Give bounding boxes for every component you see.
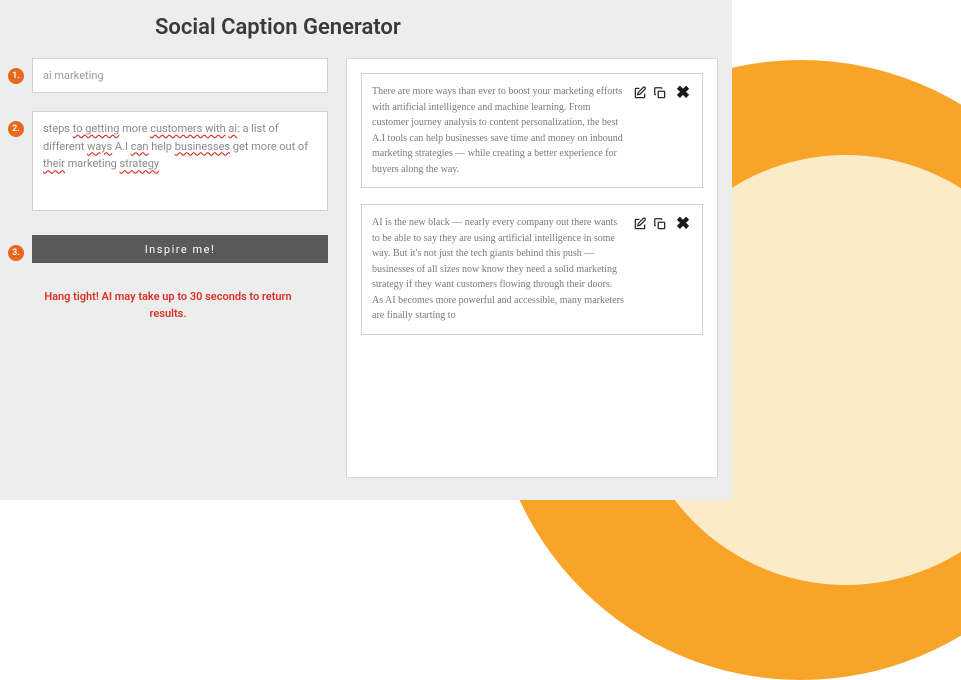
- status-message: Hang tight! AI may take up to 30 seconds…: [8, 281, 328, 322]
- result-actions: ✖: [632, 84, 692, 102]
- result-actions: ✖: [632, 215, 692, 233]
- result-text: AI is the new black — nearly every compa…: [372, 215, 632, 324]
- step-3-badge: 3.: [8, 245, 24, 261]
- step-3-row: 3. Inspire me!: [8, 235, 328, 263]
- step-2-row: 2. steps to getting more customers with …: [8, 111, 328, 211]
- copy-icon[interactable]: [652, 216, 668, 232]
- description-input[interactable]: steps to getting more customers with ai:…: [32, 111, 328, 211]
- page-title: Social Caption Generator: [0, 0, 732, 58]
- result-card: There are more ways than ever to boost y…: [361, 73, 703, 188]
- result-card: AI is the new black — nearly every compa…: [361, 204, 703, 335]
- edit-icon[interactable]: [632, 216, 648, 232]
- step-2-badge: 2.: [8, 121, 24, 137]
- results-panel: There are more ways than ever to boost y…: [346, 58, 718, 478]
- input-panel: 1. 2. steps to getting more customers wi…: [0, 58, 346, 478]
- app-container: Social Caption Generator 1. 2. steps to …: [0, 0, 732, 500]
- close-icon[interactable]: ✖: [674, 215, 692, 233]
- edit-icon[interactable]: [632, 85, 648, 101]
- inspire-button[interactable]: Inspire me!: [32, 235, 328, 263]
- content-area: 1. 2. steps to getting more customers wi…: [0, 58, 732, 478]
- result-text: There are more ways than ever to boost y…: [372, 84, 632, 177]
- close-icon[interactable]: ✖: [674, 84, 692, 102]
- topic-input[interactable]: [32, 58, 328, 93]
- step-1-badge: 1.: [8, 68, 24, 84]
- step-1-row: 1.: [8, 58, 328, 93]
- copy-icon[interactable]: [652, 85, 668, 101]
